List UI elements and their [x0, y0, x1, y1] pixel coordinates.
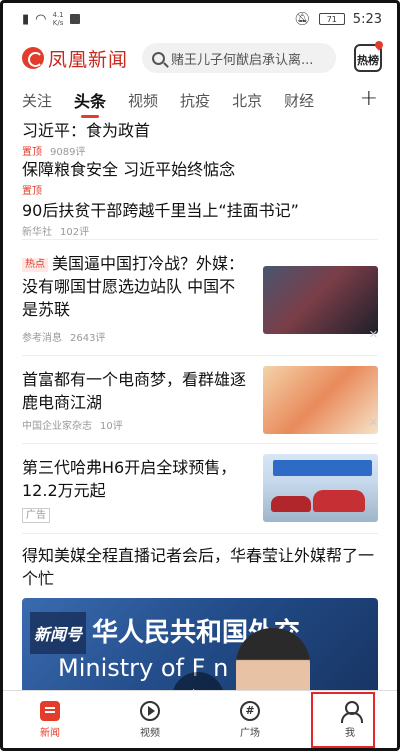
app-logo: 凤凰新闻 [22, 45, 128, 72]
news-card[interactable]: 首富都有一个电商梦，看群雄逐鹿电商江湖 中国企业家杂志 10评 ✕ [22, 356, 378, 444]
news-title: 保障粮食安全 习近平始终惦念 [22, 160, 236, 179]
news-item[interactable]: 90后扶贫干部跨越千里当上“挂面书记” 新华社 102评 [22, 192, 378, 240]
play-circle-icon [140, 700, 160, 721]
add-channel-icon[interactable]: + [360, 86, 378, 111]
nav-label: 视频 [140, 727, 160, 739]
news-icon [40, 700, 60, 721]
news-thumbnail [263, 366, 378, 434]
news-title: 得知美媒全程直播记者会后，华春莹让外媒帮了一个忙 [22, 546, 375, 588]
hash-icon: # [240, 700, 260, 721]
battery-level: 71 [326, 14, 337, 24]
phoenix-logo-icon [22, 47, 44, 69]
app-header: 凤凰新闻 赌王儿子何猷启承认离... 热榜 [0, 40, 400, 76]
news-item[interactable]: 保障粮食安全 习近平始终惦念 置顶 [22, 152, 378, 197]
bottom-nav: 新闻 视频 # 广场 我 [0, 690, 400, 748]
news-card[interactable]: 热点 美国逼中国打冷战？外媒：没有哪国甘愿选边站队 中国不是苏联 参考消息 264… [22, 240, 378, 356]
news-feed: 习近平：食为政首 置顶 9089评 保障粮食安全 习近平始终惦念 置顶 90后扶… [22, 116, 378, 718]
tab-headlines[interactable]: 头条 [74, 88, 106, 112]
logo-text: 凤凰新闻 [48, 48, 129, 71]
nav-square[interactable]: # 广场 [200, 691, 300, 748]
news-source: 参考消息 [22, 333, 62, 344]
comment-count: 102评 [60, 227, 90, 238]
news-item[interactable]: 习近平：食为政首 置顶 9089评 [22, 116, 378, 158]
battery-icon: 71 [318, 13, 345, 25]
hot-list-label: 热榜 [357, 54, 379, 67]
news-title: 习近平：食为政首 [22, 121, 151, 140]
ad-tag: 广告 [22, 508, 50, 523]
nav-label: 广场 [240, 727, 260, 739]
news-title: 90后扶贫干部跨越千里当上“挂面书记” [22, 201, 299, 220]
news-title: 美国逼中国打冷战？外媒：没有哪国甘愿选边站队 中国不是苏联 [22, 254, 245, 319]
tab-video[interactable]: 视频 [128, 90, 158, 111]
ad-card[interactable]: 第三代哈弗H6开启全球预售，12.2万元起 广告 [22, 444, 378, 534]
news-title: 首富都有一个电商梦，看群雄逐鹿电商江湖 [22, 370, 247, 412]
status-bar: ▮ ◠ 4.1 K/s 🔕︎ 71 5:23 [0, 0, 400, 38]
tab-anti-epidemic[interactable]: 抗疫 [180, 90, 210, 111]
mute-icon: 🔕︎ [294, 11, 311, 27]
nav-label: 新闻 [40, 727, 60, 739]
dismiss-icon[interactable]: ✕ [369, 416, 378, 429]
pinned-tag: 置顶 [22, 147, 42, 158]
hot-tag: 热点 [22, 258, 48, 272]
news-thumbnail [263, 266, 378, 334]
user-icon [340, 700, 363, 723]
network-speed: 4.1 K/s [53, 11, 64, 27]
car-image [271, 496, 311, 512]
tab-beijing[interactable]: 北京 [232, 90, 262, 111]
news-source: 新华社 [22, 227, 52, 238]
ad-title: 第三代哈弗H6开启全球预售，12.2万元起 [22, 458, 237, 500]
comment-count: 2643评 [70, 333, 106, 344]
pinned-tag: 置顶 [22, 186, 42, 197]
tab-finance[interactable]: 财经 [284, 90, 314, 111]
comment-count: 9089评 [50, 147, 86, 158]
search-bar[interactable]: 赌王儿子何猷启承认离... [142, 43, 337, 73]
nav-video[interactable]: 视频 [100, 691, 200, 748]
notification-icon [69, 14, 80, 24]
nav-news[interactable]: 新闻 [0, 691, 100, 748]
hot-list-button[interactable]: 热榜 [354, 44, 382, 72]
ad-banner [273, 460, 372, 476]
ad-thumbnail [263, 454, 378, 522]
car-image [313, 490, 365, 512]
signal-icon: ▮ [22, 11, 30, 27]
dismiss-icon[interactable]: ✕ [369, 328, 378, 341]
clock: 5:23 [352, 11, 382, 27]
video-logo: 新闻号 [30, 612, 86, 654]
search-icon [152, 51, 166, 65]
nav-me[interactable]: 我 [300, 691, 400, 748]
nav-label: 我 [345, 727, 355, 739]
search-placeholder: 赌王儿子何猷启承认离... [171, 52, 314, 68]
news-source: 中国企业家杂志 [22, 421, 92, 432]
comment-count: 10评 [100, 421, 123, 432]
tab-follow[interactable]: 关注 [22, 90, 52, 111]
net-speed-value: 4.1 [52, 11, 64, 19]
wifi-icon: ◠ [35, 11, 47, 27]
video-card[interactable]: 得知美媒全程直播记者会后，华春莹让外媒帮了一个忙 新闻号 华人民共和国外交 Mi… [22, 534, 378, 718]
net-speed-unit: K/s [52, 19, 64, 27]
channel-tabs: 关注 头条 视频 抗疫 北京 财经 [0, 84, 400, 116]
